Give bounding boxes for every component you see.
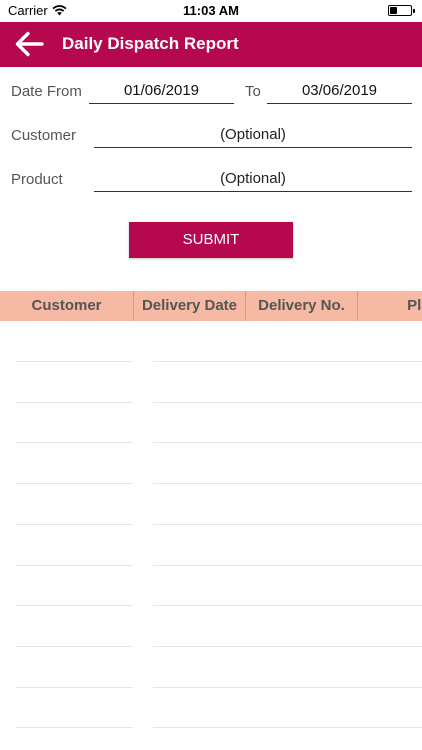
arrow-left-icon bbox=[15, 31, 44, 57]
table-row-divider bbox=[153, 687, 422, 688]
table-row-divider bbox=[16, 565, 133, 566]
product-field[interactable]: (Optional) bbox=[94, 168, 412, 192]
table-row-divider bbox=[153, 402, 422, 403]
table-row-divider bbox=[16, 727, 133, 728]
to-date-field[interactable]: 03/06/2019 bbox=[267, 80, 412, 104]
table-row-divider bbox=[16, 402, 133, 403]
table-row-divider bbox=[16, 361, 133, 362]
customer-label: Customer bbox=[11, 127, 77, 144]
table-header: Customer Delivery Date Delivery No. Plan bbox=[0, 291, 422, 321]
table-row-divider bbox=[153, 565, 422, 566]
date-from-label: Date From bbox=[11, 83, 82, 100]
customer-field[interactable]: (Optional) bbox=[94, 124, 412, 148]
battery-level bbox=[390, 7, 397, 14]
table-row-divider bbox=[153, 524, 422, 525]
column-header-delivery-date[interactable]: Delivery Date bbox=[134, 291, 245, 321]
table-row-divider bbox=[16, 442, 133, 443]
table-row-divider bbox=[153, 483, 422, 484]
product-label: Product bbox=[11, 171, 63, 188]
date-from-field[interactable]: 01/06/2019 bbox=[89, 80, 234, 104]
table-row-divider bbox=[153, 646, 422, 647]
page-title: Daily Dispatch Report bbox=[62, 34, 239, 53]
table-row-divider bbox=[16, 646, 133, 647]
table-row-divider bbox=[153, 442, 422, 443]
table-row-divider bbox=[16, 605, 133, 606]
table-row-divider bbox=[153, 361, 422, 362]
app-header: Daily Dispatch Report bbox=[0, 22, 422, 67]
column-header-plan[interactable]: Plan bbox=[358, 291, 422, 321]
table-row-divider bbox=[16, 687, 133, 688]
submit-button[interactable]: SUBMIT bbox=[129, 222, 293, 258]
status-bar: Carrier 11:03 AM bbox=[0, 0, 422, 22]
back-button[interactable] bbox=[14, 30, 46, 58]
table-row-divider bbox=[16, 483, 133, 484]
column-header-customer[interactable]: Customer bbox=[0, 291, 133, 321]
clock: 11:03 AM bbox=[183, 3, 239, 18]
table-row-divider bbox=[153, 727, 422, 728]
battery-icon bbox=[388, 5, 415, 16]
table-row-divider bbox=[153, 605, 422, 606]
to-date-label: To bbox=[245, 83, 261, 100]
table-row-divider bbox=[16, 524, 133, 525]
column-header-delivery-no[interactable]: Delivery No. bbox=[246, 291, 357, 321]
